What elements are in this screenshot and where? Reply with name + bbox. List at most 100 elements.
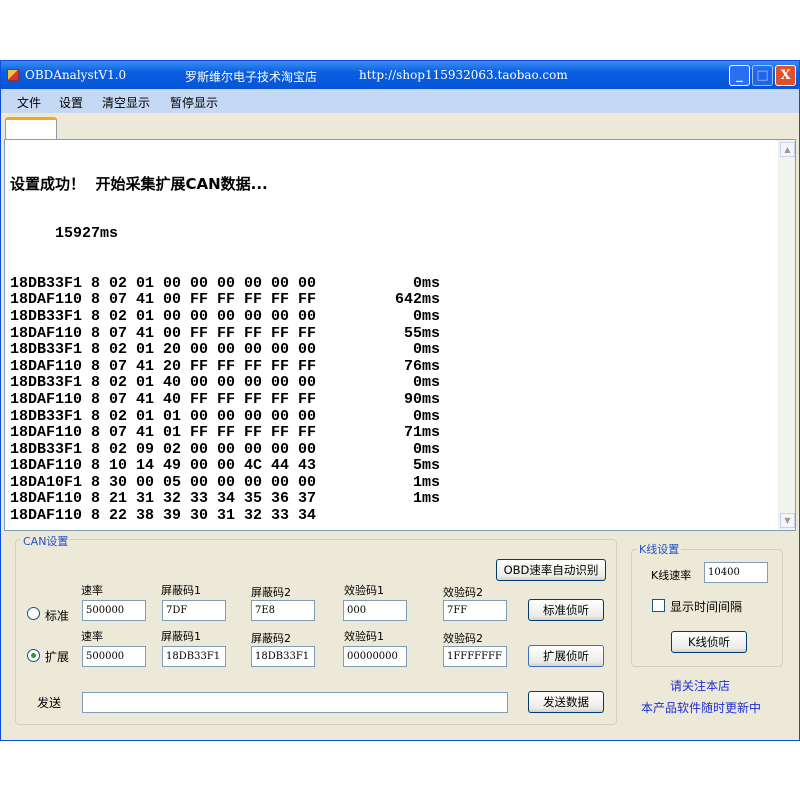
extended-listen-button[interactable]: 扩展侦听 xyxy=(528,645,604,667)
log-frame: 18DAF110 8 07 41 00 FF FF FF FF FF xyxy=(10,324,317,342)
scroll-down-icon[interactable]: ▼ xyxy=(780,513,795,528)
log-row: 18DAF110 8 07 41 20 FF FF FF FF FF 76ms xyxy=(10,357,440,376)
log-row: 18DAF110 8 07 41 00 FF FF FF FF FF 55ms xyxy=(10,324,440,343)
std-check1-input[interactable]: 000 xyxy=(343,600,407,621)
kline-rate-label: K线速率 xyxy=(651,569,692,582)
log-time: 1ms xyxy=(412,490,440,508)
log-frame: 18DAF110 8 07 41 00 FF FF FF FF FF xyxy=(10,291,317,309)
send-label: 发送 xyxy=(37,696,62,710)
standard-label: 标准 xyxy=(45,609,70,623)
maximize-button[interactable]: □ xyxy=(752,65,773,86)
follow-shop-note: 请关注本店 xyxy=(670,679,731,693)
ext-check2-input[interactable]: 1FFFFFFF xyxy=(443,646,507,667)
log-time: 642ms xyxy=(394,291,440,309)
log-row: 18DB33F1 8 02 01 00 00 00 00 00 00 0ms xyxy=(10,307,440,326)
std-mask1-input[interactable]: 7DF xyxy=(162,600,226,621)
kline-listen-button[interactable]: K线侦听 xyxy=(671,631,747,653)
can-settings-title: CAN设置 xyxy=(21,533,71,549)
log-time: 71ms xyxy=(403,424,440,442)
ext-rate-input[interactable]: 500000 xyxy=(82,646,146,667)
log-row: 18DAF110 8 22 38 39 30 31 32 33 34 xyxy=(10,507,317,525)
std-mask1-label: 屏蔽码1 xyxy=(161,584,201,597)
ext-mask2-label: 屏蔽码2 xyxy=(251,632,291,645)
log-time: 0ms xyxy=(412,307,440,325)
standard-listen-button[interactable]: 标准侦听 xyxy=(528,599,604,621)
send-data-button[interactable]: 发送数据 xyxy=(528,691,604,713)
log-frame: 18DAF110 8 07 41 01 FF FF FF FF FF xyxy=(10,424,317,442)
extended-radio[interactable] xyxy=(27,649,40,662)
auto-detect-button[interactable]: OBD速率自动识别 xyxy=(496,559,606,581)
log-frame: 18DB33F1 8 02 01 40 00 00 00 00 00 xyxy=(10,374,317,392)
log-time: 0ms xyxy=(412,374,440,392)
std-check1-label: 效验码1 xyxy=(344,584,384,597)
tab-main[interactable] xyxy=(5,117,57,140)
update-note: 本产品软件随时更新中 xyxy=(641,701,762,715)
log-row: 18DAF110 8 10 14 49 00 00 4C 44 43 5ms xyxy=(10,457,440,475)
ext-check1-label: 效验码1 xyxy=(344,630,384,643)
extended-label: 扩展 xyxy=(45,650,70,664)
scroll-up-icon[interactable]: ▲ xyxy=(780,142,795,157)
log-row: 18DB33F1 8 02 01 00 00 00 00 00 00 0ms xyxy=(10,274,440,293)
menu-bar: 文件 设置 清空显示 暂停显示 xyxy=(1,89,799,113)
log-frame: 18DA10F1 8 30 00 05 00 00 00 00 00 xyxy=(10,473,317,491)
log-row: 18DB33F1 8 02 01 20 00 00 00 00 00 0ms xyxy=(10,341,440,359)
log-frame: 18DAF110 8 10 14 49 00 00 4C 44 43 xyxy=(10,457,317,475)
app-title: OBDAnalystV1.0 xyxy=(25,68,127,82)
log-frame: 18DAF110 8 22 38 39 30 31 32 33 34 xyxy=(10,507,317,525)
menu-file[interactable]: 文件 xyxy=(17,94,41,111)
log-time: 0ms xyxy=(412,274,440,292)
kline-settings-title: K线设置 xyxy=(637,541,682,557)
log-row: 18DAF110 8 07 41 01 FF FF FF FF FF 71ms xyxy=(10,424,440,442)
log-frame: 18DB33F1 8 02 09 02 00 00 00 00 00 xyxy=(10,440,317,458)
std-rate-label: 速率 xyxy=(81,584,103,597)
shop-name: 罗斯维尔电子技术淘宝店 xyxy=(185,70,318,84)
log-time: 0ms xyxy=(412,407,440,425)
log-row: 18DB33F1 8 02 01 40 00 00 00 00 00 0ms xyxy=(10,374,440,392)
ext-mask2-input[interactable]: 18DB33F1 xyxy=(251,646,315,667)
log-row: 18DAF110 8 21 31 32 33 34 35 36 37 1ms xyxy=(10,490,440,508)
log-time: 1ms xyxy=(412,473,440,491)
log-time: 90ms xyxy=(403,390,440,408)
show-interval-checkbox[interactable] xyxy=(652,599,665,612)
std-mask2-input[interactable]: 7E8 xyxy=(251,600,315,621)
log-time: 0ms xyxy=(412,341,440,359)
ext-mask1-input[interactable]: 18DB33F1 xyxy=(162,646,226,667)
log-frame: 18DB33F1 8 02 01 20 00 00 00 00 00 xyxy=(10,341,317,359)
send-input[interactable] xyxy=(82,692,508,713)
standard-radio[interactable] xyxy=(27,607,40,620)
menu-settings[interactable]: 设置 xyxy=(59,94,83,111)
log-time: 5ms xyxy=(412,457,440,475)
shop-url: http://shop115932063.taobao.com xyxy=(359,68,568,82)
minimize-button[interactable]: _ xyxy=(729,65,750,86)
ext-mask1-label: 屏蔽码1 xyxy=(161,630,201,643)
std-check2-input[interactable]: 7FF xyxy=(443,600,507,621)
log-frame: 18DAF110 8 07 41 20 FF FF FF FF FF xyxy=(10,357,317,375)
log-time: 76ms xyxy=(403,357,440,375)
log-row: 18DAF110 8 07 41 00 FF FF FF FF FF 642ms xyxy=(10,291,440,309)
log-frame: 18DB33F1 8 02 01 00 00 00 00 00 00 xyxy=(10,307,317,325)
ext-rate-label: 速率 xyxy=(81,630,103,643)
kline-rate-input[interactable]: 10400 xyxy=(704,562,768,583)
log-header: 设置成功！ 开始采集扩展CAN数据... xyxy=(10,175,268,194)
log-frame: 18DAF110 8 21 31 32 33 34 35 36 37 xyxy=(10,490,317,508)
app-icon xyxy=(7,69,19,81)
log-row: 18DAF110 8 07 41 40 FF FF FF FF FF 90ms xyxy=(10,391,440,409)
show-interval-label: 显示时间间隔 xyxy=(670,600,743,614)
menu-clear-display[interactable]: 清空显示 xyxy=(102,94,150,111)
ext-check2-label: 效验码2 xyxy=(443,632,483,645)
std-rate-input[interactable]: 500000 xyxy=(82,600,146,621)
title-bar: OBDAnalystV1.0 罗斯维尔电子技术淘宝店 http://shop11… xyxy=(1,61,799,89)
ext-check1-input[interactable]: 00000000 xyxy=(343,646,407,667)
log-frame: 18DB33F1 8 02 01 01 00 00 00 00 00 xyxy=(10,407,317,425)
log-row: 18DB33F1 8 02 01 01 00 00 00 00 00 0ms xyxy=(10,407,440,426)
std-check2-label: 效验码2 xyxy=(443,586,483,599)
close-button[interactable]: X xyxy=(775,65,796,86)
log-row: 18DB33F1 8 02 09 02 00 00 00 00 00 0ms xyxy=(10,440,440,459)
log-elapsed: 15927ms xyxy=(55,224,119,242)
log-time: 0ms xyxy=(412,440,440,458)
log-frame: 18DB33F1 8 02 01 00 00 00 00 00 00 xyxy=(10,274,317,292)
log-row: 18DA10F1 8 30 00 05 00 00 00 00 00 1ms xyxy=(10,473,440,492)
vertical-scrollbar[interactable]: ▲ ▼ xyxy=(778,140,795,530)
menu-pause-display[interactable]: 暂停显示 xyxy=(170,94,218,111)
log-output[interactable]: 设置成功！ 开始采集扩展CAN数据... 15927ms 18DB33F1 8 … xyxy=(4,139,796,531)
